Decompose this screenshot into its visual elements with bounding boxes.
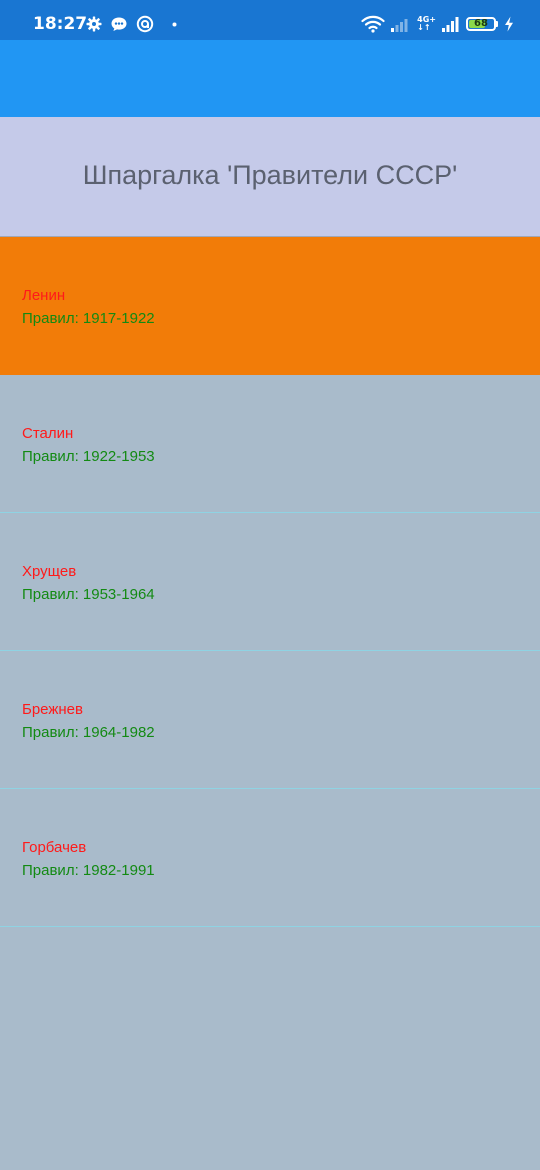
signal-bars-icon — [442, 16, 460, 32]
status-time: 18:27 — [33, 14, 88, 34]
ruler-name: Ленин — [22, 287, 66, 304]
wifi-icon — [361, 15, 385, 33]
status-bar: 18:27 4G+ ↓↑ 68 — [0, 0, 540, 40]
ruler-name: Хрущев — [22, 563, 77, 580]
app-bar — [0, 40, 540, 117]
signal-bars-icon — [391, 16, 411, 32]
page-title: Шпаргалка 'Правители СССР' — [82, 160, 458, 190]
list-item[interactable]: Хрущев Правил: 1953-1964 — [0, 513, 540, 651]
battery-cap — [496, 21, 498, 27]
battery-body: 68 — [466, 17, 496, 31]
list-item[interactable]: Ленин Правил: 1917-1922 — [0, 237, 540, 375]
title-panel: Шпаргалка 'Правители СССР' — [0, 117, 540, 237]
ruler-years: Правил: 1982-1991 — [22, 862, 155, 879]
charging-bolt-icon — [504, 16, 514, 32]
chat-bubble-icon — [110, 16, 128, 32]
status-right-icons: 4G+ ↓↑ 68 — [361, 13, 514, 35]
list-item[interactable]: Сталин Правил: 1922-1953 — [0, 375, 540, 513]
status-left-icons — [86, 14, 177, 34]
ruler-years: Правил: 1917-1922 — [22, 310, 155, 327]
list-item[interactable]: Брежнев Правил: 1964-1982 — [0, 651, 540, 789]
circle-a-icon — [136, 15, 154, 33]
ruler-years: Правил: 1953-1964 — [22, 586, 155, 603]
ruler-name: Сталин — [22, 425, 74, 442]
rulers-list: Ленин Правил: 1917-1922 Сталин Правил: 1… — [0, 237, 540, 927]
list-item[interactable]: Горбачев Правил: 1982-1991 — [0, 789, 540, 927]
dot-icon — [172, 22, 177, 27]
network-activity-label: ↓↑ — [417, 23, 431, 32]
ruler-years: Правил: 1922-1953 — [22, 448, 155, 465]
gear-icon — [86, 16, 102, 32]
ruler-years: Правил: 1964-1982 — [22, 724, 155, 741]
ruler-name: Брежнев — [22, 701, 83, 718]
battery-level: 68 — [474, 18, 488, 29]
ruler-name: Горбачев — [22, 839, 87, 856]
network-4g-icon: 4G+ ↓↑ — [417, 16, 436, 32]
battery-icon: 68 — [466, 17, 498, 31]
